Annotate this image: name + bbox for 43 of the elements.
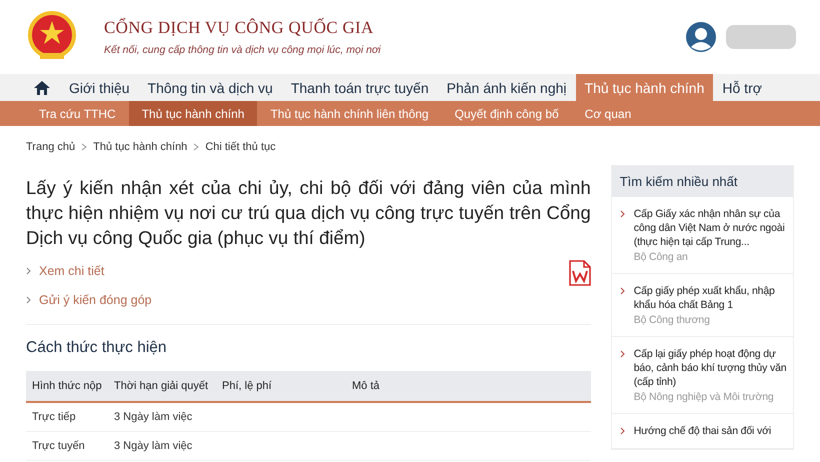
nav-tab[interactable]: Thanh toán trực tuyến [282,74,438,101]
breadcrumb-link[interactable]: Chi tiết thủ tục [205,141,276,153]
agency-name: Bộ Công thương [634,314,711,326]
table-cell: Trực tiếp [32,411,76,423]
column-header: Phí, lệ phí [216,371,346,402]
nav-tab[interactable]: Giới thiệu [60,74,139,101]
breadcrumb-link[interactable]: Thủ tục hành chính [93,141,188,153]
chevron-icon [26,296,31,304]
section-title: Cách thức thực hiện [26,339,168,357]
home-icon[interactable] [34,80,50,94]
agency-name: Bộ Nông nghiệp và Môi trường [634,391,775,403]
procedure-link[interactable]: Cấp Giấy xác nhận nhân sự của công dân Việt Nam ở nước ngoài (thực hiện tại cấp Trung... [634,207,789,249]
chevron-icon [81,143,88,151]
user-avatar-icon[interactable] [686,22,716,52]
nav-tab[interactable]: Thông tin và dịch vụ [138,74,282,101]
nav-tab[interactable]: Phản ánh kiến nghị [438,74,576,101]
column-header: Thời hạn giải quyết [108,371,216,402]
agency-name: Bộ Công an [634,251,689,263]
table-cell: 3 Ngày làm việc [114,411,192,423]
table-cell: Trực tuyến [32,440,85,452]
blurred-user-name [726,25,796,49]
breadcrumb-link[interactable]: Trang chủ [26,141,76,153]
column-header: Mô tả [346,371,591,402]
nav-tab[interactable]: Hỗ trợ [713,74,771,101]
detail-link[interactable]: Xem chi tiết [39,264,104,278]
detail-link[interactable]: Gửi ý kiến đóng góp [39,292,152,306]
procedure-link[interactable]: Cấp lại giấy phép hoạt động dự báo, cảnh báo khí tượng thủy văn (cấp tỉnh) [634,347,789,389]
sidebar-header: Tìm kiếm nhiều nhất [612,166,793,197]
column-header: Hình thức nộp [26,371,108,402]
subnav-tab[interactable]: Thủ tục hành chính [128,101,258,126]
tagline: Kết nối, cung cấp thông tin và dịch vụ công mọi lúc, mọi nơi [104,44,381,56]
chevron-icon [620,427,625,435]
procedure-title: Lấy ý kiến nhận xét của chi ủy, chi bộ đối với đảng viên của mình thực hiện nhiệm vụ nơi cư trú qua dịch vụ công trực tuyến trên Cổng Dịch vụ công Quốc gia (phục vụ thí điểm) [26,176,591,250]
chevron-icon [620,287,625,295]
word-document-icon[interactable] [568,260,591,286]
procedure-link[interactable]: Hướng chế độ thai sản đối với [634,424,772,438]
chevron-icon [26,266,31,274]
table-cell: 3 Ngày làm việc [114,440,192,452]
chevron-icon [620,210,625,218]
chevron-icon [193,143,200,151]
site-title[interactable]: CỔNG DỊCH VỤ CÔNG QUỐC GIA [104,18,381,38]
procedure-link[interactable]: Cấp giấy phép xuất khẩu, nhập khẩu hóa chất Bảng 1 [634,284,789,312]
chevron-icon [620,350,625,358]
